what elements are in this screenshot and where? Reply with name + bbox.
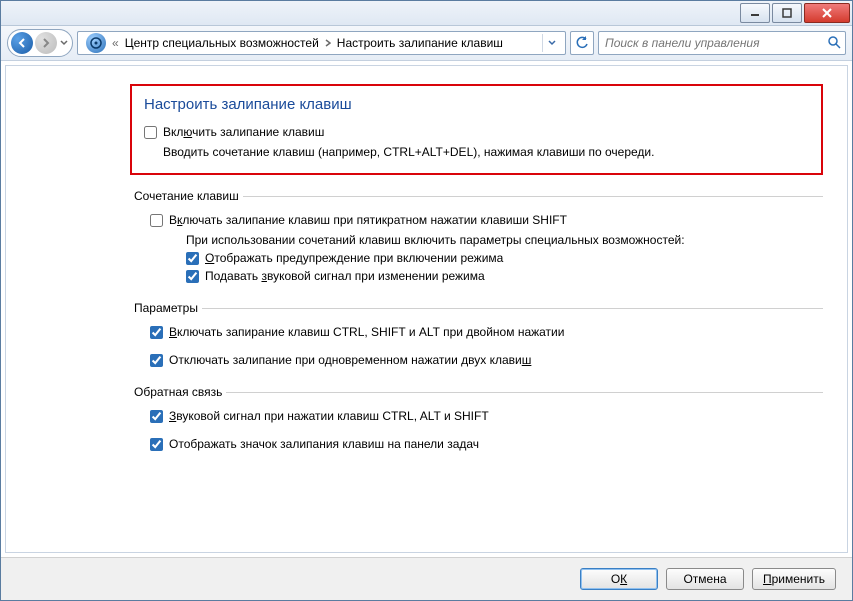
breadcrumb-item-2[interactable]: Настроить залипание клавиш: [337, 36, 503, 50]
page-heading: Настроить залипание клавиш: [144, 96, 809, 113]
forward-arrow-icon: [41, 38, 51, 48]
beep-label: Звуковой сигнал при нажатии клавиш CTRL,…: [169, 409, 489, 423]
beep-checkbox[interactable]: [150, 410, 163, 423]
maximize-icon: [782, 8, 792, 18]
warn-label: Отображать предупреждение при включении …: [205, 251, 503, 265]
sound-label: Подавать звуковой сигнал при изменении р…: [205, 269, 485, 283]
back-button[interactable]: [11, 32, 33, 54]
group-key-combo-legend: Сочетание клавиш: [130, 189, 243, 203]
back-arrow-icon: [17, 38, 27, 48]
lock-row[interactable]: Включать запирание клавиш CTRL, SHIFT и …: [150, 325, 823, 339]
refresh-button[interactable]: [570, 31, 594, 55]
history-dropdown[interactable]: [58, 32, 70, 54]
window-titlebar: [1, 1, 852, 26]
group-feedback: Обратная связь Звуковой сигнал при нажат…: [130, 385, 823, 455]
group-feedback-legend: Обратная связь: [130, 385, 226, 399]
lock-checkbox[interactable]: [150, 326, 163, 339]
navigation-bar: « Центр специальных возможностей Настрои…: [1, 26, 852, 61]
shift5-checkbox[interactable]: [150, 214, 163, 227]
control-panel-icon: [86, 33, 106, 53]
off-label: Отключать залипание при одновременном на…: [169, 353, 531, 367]
close-icon: [821, 8, 833, 18]
address-bar[interactable]: « Центр специальных возможностей Настрои…: [77, 31, 566, 55]
group-params: Параметры Включать запирание клавиш CTRL…: [130, 301, 823, 371]
group-key-combo: Сочетание клавиш Включать залипание клав…: [130, 189, 823, 287]
enable-sticky-row[interactable]: Включить залипание клавиш: [144, 125, 809, 139]
chevron-down-icon: [60, 40, 68, 46]
forward-button[interactable]: [35, 32, 57, 54]
tray-label: Отображать значок залипания клавиш на па…: [169, 437, 479, 451]
refresh-icon: [575, 36, 589, 50]
shift5-label: Включать залипание клавиш при пятикратно…: [169, 213, 567, 227]
off-checkbox[interactable]: [150, 354, 163, 367]
search-input[interactable]: [603, 35, 827, 51]
enable-sticky-desc: Вводить сочетание клавиш (например, CTRL…: [163, 145, 809, 159]
dialog-button-bar: ОК Отмена Применить: [1, 557, 852, 600]
lock-label: Включать запирание клавиш CTRL, SHIFT и …: [169, 325, 564, 339]
breadcrumb-sep-icon: [325, 36, 331, 50]
combo-subnote: При использовании сочетаний клавиш включ…: [186, 233, 823, 247]
address-dropdown[interactable]: [542, 34, 561, 52]
sound-checkbox[interactable]: [186, 270, 199, 283]
highlight-box: Настроить залипание клавиш Включить зали…: [130, 84, 823, 175]
ok-button[interactable]: ОК: [580, 568, 658, 590]
search-box[interactable]: [598, 31, 846, 55]
shift5-row[interactable]: Включать залипание клавиш при пятикратно…: [150, 213, 823, 227]
beep-row[interactable]: Звуковой сигнал при нажатии клавиш CTRL,…: [150, 409, 823, 423]
minimize-icon: [750, 8, 760, 18]
enable-sticky-label: Включить залипание клавиш: [163, 125, 324, 139]
breadcrumb-item-1[interactable]: Центр специальных возможностей: [125, 36, 319, 50]
sound-row[interactable]: Подавать звуковой сигнал при изменении р…: [186, 269, 823, 283]
minimize-button[interactable]: [740, 3, 770, 23]
search-icon[interactable]: [827, 35, 841, 52]
content-area: Настроить залипание клавиш Включить зали…: [5, 65, 848, 553]
off-row[interactable]: Отключать залипание при одновременном на…: [150, 353, 823, 367]
cancel-button[interactable]: Отмена: [666, 568, 744, 590]
maximize-button[interactable]: [772, 3, 802, 23]
warn-checkbox[interactable]: [186, 252, 199, 265]
chevron-down-icon: [548, 40, 556, 46]
enable-sticky-checkbox[interactable]: [144, 126, 157, 139]
tray-row[interactable]: Отображать значок залипания клавиш на па…: [150, 437, 823, 451]
apply-button[interactable]: Применить: [752, 568, 836, 590]
tray-checkbox[interactable]: [150, 438, 163, 451]
close-button[interactable]: [804, 3, 850, 23]
control-panel-window: « Центр специальных возможностей Настрои…: [0, 0, 853, 601]
breadcrumb-chevrons: «: [112, 36, 119, 50]
nav-history-group: [7, 29, 73, 57]
warn-row[interactable]: Отображать предупреждение при включении …: [186, 251, 823, 265]
group-params-legend: Параметры: [130, 301, 202, 315]
